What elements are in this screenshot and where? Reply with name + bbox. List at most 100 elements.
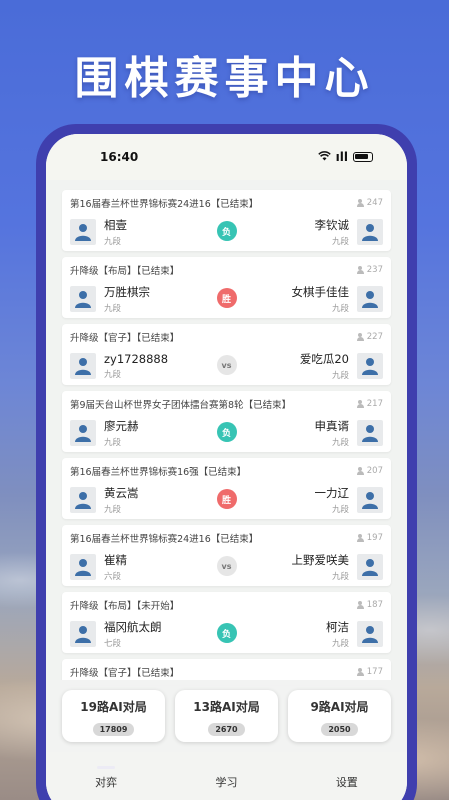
player-name: zy1728888 <box>104 352 169 366</box>
match-card[interactable]: 第16届春兰杯世界锦标赛24进16【已结束】 197 崔精六段 vs 上野爱咲美九段 <box>62 525 391 586</box>
battery-icon <box>353 152 373 162</box>
left-player: 崔精 六段 <box>104 552 127 582</box>
match-title: 第16届春兰杯世界锦标赛24进16【已结束】 <box>70 199 259 210</box>
person-icon <box>356 467 364 475</box>
match-list[interactable]: 第16届春兰杯世界锦标赛24进16【已结束】 247 相壹 九段负李钦诚 九段 升降级【布… <box>62 190 391 691</box>
match-card[interactable]: 第16届春兰杯世界锦标赛16强【已结束】 207 黄云嵩 九段 胜 一力辽 九段 <box>62 458 391 519</box>
right-player: 一力辽 九段 <box>315 485 350 515</box>
result-badge: 负 <box>216 422 237 442</box>
player-name: 黄云嵩 <box>104 486 139 500</box>
nav-item-play[interactable]: 对弈 <box>61 766 151 800</box>
player-rank: 九段 <box>331 505 349 515</box>
result-badge: vs <box>216 355 237 375</box>
person-icon <box>356 668 364 676</box>
avatar-icon <box>357 420 383 446</box>
avatar-icon <box>357 554 383 580</box>
ai-button-label: 19路AI对局 <box>80 700 147 714</box>
player-name: 爱吃瓜20 <box>299 352 349 366</box>
avatar-icon <box>357 621 383 647</box>
left-player: 廖元赫 九段 <box>104 418 139 448</box>
left-player: 福冈航太朗 七段 <box>104 619 162 649</box>
person-icon <box>356 534 364 542</box>
viewer-count-value: 247 <box>366 198 383 208</box>
result-badge: vs <box>216 556 237 576</box>
player-rank: 九段 <box>331 572 349 582</box>
player-rank: 九段 <box>104 505 122 515</box>
phone-frame: 16:40 ıll 第16届春兰杯世界锦标赛24进16【已结束】 247 相壹 九段负… <box>36 124 417 800</box>
ai-9-button[interactable]: 9路AI对局 2050 <box>288 690 391 742</box>
person-icon <box>356 199 364 207</box>
right-player: 申真谞九段 <box>315 418 350 448</box>
match-card[interactable]: 升降级【官子】【已结束】 227 zy1728888 九段 vs 爱吃瓜20 九段 <box>62 324 391 385</box>
player-name: 廖元赫 <box>104 419 139 433</box>
person-icon <box>356 601 364 609</box>
player-rank: 九段 <box>104 438 122 448</box>
viewer-count-value: 197 <box>366 533 383 543</box>
viewer-count-value: 237 <box>366 265 383 275</box>
match-title: 第16届春兰杯世界锦标赛24进16【已结束】 <box>70 534 259 545</box>
signal-icon: ıll <box>335 150 348 164</box>
ai-13-button[interactable]: 13路AI对局 2670 <box>175 690 278 742</box>
player-rank: 六段 <box>104 572 122 582</box>
viewer-count-value: 177 <box>366 667 383 677</box>
player-rank: 九段 <box>331 304 349 314</box>
avatar-icon <box>70 219 96 245</box>
viewer-count: 177 <box>356 667 383 677</box>
avatar-icon <box>357 353 383 379</box>
player-rank: 九段 <box>331 438 349 448</box>
left-player: zy1728888 九段 <box>104 352 168 380</box>
match-title: 第16届春兰杯世界锦标赛16强【已结束】 <box>70 467 247 478</box>
match-players: 黄云嵩 九段 胜 一力辽 九段 <box>70 482 383 518</box>
avatar-icon <box>357 487 383 513</box>
viewer-count: 237 <box>356 265 383 275</box>
match-title: 升降级【官子】【已结束】 <box>70 333 180 344</box>
nav-item-learn[interactable]: 学习 <box>181 774 271 800</box>
match-card[interactable]: 第9届天台山杯世界女子团体擂台赛第8轮【已结束】 217 廖元赫 九段 负 申真谞 九段 <box>62 391 391 452</box>
match-card[interactable]: 升降级【布局】【已结束】 237 万胜棋宗 九段 胜 女棋手佳佳 九段 <box>62 257 391 318</box>
status-time: 16:40 <box>100 150 139 164</box>
match-players: zy1728888 九段 vs 爱吃瓜20 九段 <box>70 348 383 384</box>
viewer-count: 207 <box>356 466 383 476</box>
match-players: 福冈航太朗 七段 负 柯洁 九段 <box>70 616 383 652</box>
right-player: 女棋手佳佳九段 <box>292 284 350 314</box>
person-icon <box>356 333 364 341</box>
person-icon <box>356 400 364 408</box>
match-players: 廖元赫九段 负 申真谞九段 <box>70 415 383 451</box>
ai-button-count: 2670 <box>208 723 245 736</box>
ai-button-count: 2050 <box>321 723 358 736</box>
viewer-count: 187 <box>356 600 383 610</box>
player-name: 福冈航太朗 <box>104 620 162 634</box>
player-name: 崔精 <box>104 553 127 567</box>
person-icon <box>356 266 364 274</box>
player-rank: 九段 <box>331 639 349 649</box>
player-name: 李钦诚 <box>314 218 350 232</box>
player-name: 申真谞 <box>314 419 350 433</box>
phone-screen: 16:40 ıll 第16届春兰杯世界锦标赛24进16【已结束】 247 相壹 九段负… <box>46 134 407 800</box>
avatar-icon <box>70 621 96 647</box>
match-title: 升降级【官子】【已结束】 <box>70 668 180 679</box>
viewer-count: 227 <box>356 332 383 342</box>
viewer-count-value: 217 <box>366 399 383 409</box>
player-name: 女棋手佳佳 <box>291 285 350 299</box>
ai-19-button[interactable]: 19路AI对局 17809 <box>62 690 165 742</box>
viewer-count-value: 227 <box>366 332 383 342</box>
bottom-nav: 对弈 学习 设置 <box>46 752 407 800</box>
match-card[interactable]: 升降级【布局】【未开始】 187 福冈航太朗 七段 负 柯洁 九段 <box>62 592 391 653</box>
player-name: 上野爱咲美 <box>291 553 350 567</box>
player-rank: 九段 <box>104 304 122 314</box>
player-name: 柯洁 <box>326 620 349 634</box>
player-rank: 九段 <box>331 237 349 247</box>
status-icons: ıll <box>317 150 373 164</box>
avatar-icon <box>70 286 96 312</box>
match-card[interactable]: 第16届春兰杯世界锦标赛24进16【已结束】 247 相壹 九段 负 李钦诚 九段 <box>62 190 391 251</box>
viewer-count: 217 <box>356 399 383 409</box>
result-badge: 负 <box>216 221 237 241</box>
left-player: 万胜棋宗 九段 <box>104 284 150 314</box>
ai-match-bar: 19路AI对局 17809 13路AI对局 2670 9路AI对局 2050 <box>46 680 407 752</box>
avatar-icon <box>70 420 96 446</box>
viewer-count-value: 207 <box>366 466 383 476</box>
match-title: 升降级【布局】【已结束】 <box>70 266 180 277</box>
nav-item-settings[interactable]: 设置 <box>302 774 392 800</box>
match-players: 万胜棋宗 九段 胜 女棋手佳佳 九段 <box>70 281 383 317</box>
right-player: 上野爱咲美九段 <box>292 552 350 582</box>
